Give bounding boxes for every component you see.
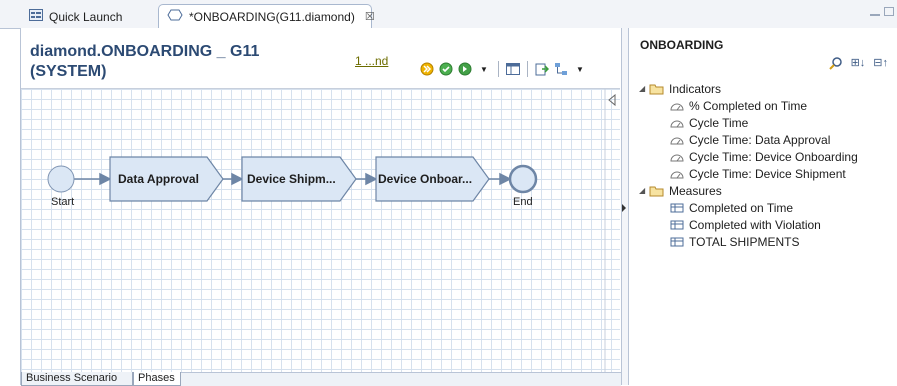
tree-item[interactable]: Cycle Time: Device Shipment — [639, 165, 897, 182]
bottom-tab-bar: Business Scenario Phases — [21, 372, 621, 386]
tab-onboarding-editor[interactable]: *ONBOARDING(G11.diamond) ☒ — [158, 4, 375, 28]
tab-quick-launch-label: Quick Launch — [49, 9, 123, 24]
layout-icon[interactable] — [553, 61, 569, 77]
gauge-icon — [669, 100, 685, 112]
toolbar-separator — [498, 61, 499, 77]
measure-icon — [669, 236, 685, 248]
editor-toolbar: ▼ ▼ — [419, 60, 588, 78]
editor-header: diamond.ONBOARDING _ G11 (SYSTEM) 1 ...n… — [21, 28, 621, 86]
gauge-icon — [669, 168, 685, 180]
toolbar-separator — [527, 61, 528, 77]
collapse-arrow-icon — [608, 93, 616, 107]
tree-group-indicators[interactable]: ◢ Indicators — [639, 80, 897, 97]
expand-arrow-icon[interactable]: ◢ — [639, 186, 649, 195]
arrowhead — [99, 172, 112, 186]
tab-business-scenario[interactable]: Business Scenario — [21, 372, 133, 386]
tree-item-label: Completed on Time — [689, 200, 794, 215]
panel-title: ONBOARDING — [640, 38, 724, 52]
tree-item-label: Cycle Time: Device Shipment — [689, 166, 846, 181]
tree-item[interactable]: Cycle Time: Device Onboarding — [639, 148, 897, 165]
tree-group-measures[interactable]: ◢ Measures — [639, 182, 897, 199]
tree-item[interactable]: % Completed on Time — [639, 97, 897, 114]
export-icon[interactable] — [534, 61, 550, 77]
tree-item[interactable]: TOTAL SHIPMENTS — [639, 233, 897, 250]
start-label: Start — [51, 196, 74, 208]
folder-icon — [649, 185, 665, 197]
tree-item-label: Cycle Time — [689, 115, 749, 130]
gauge-icon — [669, 117, 685, 129]
minimize-icon[interactable] — [870, 7, 880, 16]
next-icon[interactable] — [457, 61, 473, 77]
chevron-down-icon[interactable]: ▼ — [572, 61, 588, 77]
title-line-1: diamond.ONBOARDING _ G11 — [30, 43, 260, 60]
maximize-icon[interactable] — [884, 7, 894, 16]
forward-icon[interactable] — [419, 61, 435, 77]
process-icon — [167, 9, 183, 24]
start-event — [47, 165, 75, 193]
tree-item-label: Completed with Violation — [689, 217, 821, 232]
phase-link[interactable]: 1 ...nd — [355, 54, 388, 68]
gauge-icon — [669, 134, 685, 146]
step-device-onboarding: Device Onboar... — [375, 156, 490, 202]
step-label: Device Onboar... — [378, 172, 472, 186]
arrowhead — [231, 172, 244, 186]
splitter-arrow-icon[interactable] — [622, 204, 626, 212]
close-icon[interactable]: ☒ — [365, 10, 375, 23]
tree-item[interactable]: Completed with Violation — [639, 216, 897, 233]
tab-phases[interactable]: Phases — [133, 372, 181, 386]
folder-icon — [649, 83, 665, 95]
outline-tree: ◢ Indicators % Completed on Time Cycle T… — [639, 80, 897, 250]
outline-panel: ONBOARDING ⊞↓ ⊟↑ ◢ Indicators % Complete… — [628, 28, 897, 385]
tree-item-label: Cycle Time: Device Onboarding — [689, 149, 858, 164]
end-event — [508, 164, 538, 194]
step-label: Data Approval — [118, 172, 199, 186]
tree-item[interactable]: Cycle Time — [639, 114, 897, 131]
gauge-icon — [669, 151, 685, 163]
check-icon[interactable] — [438, 61, 454, 77]
tree-item[interactable]: Completed on Time — [639, 199, 897, 216]
editor-tab-bar: Quick Launch *ONBOARDING(G11.diamond) ☒ — [0, 0, 897, 29]
arrowhead — [365, 172, 378, 186]
expand-arrow-icon[interactable]: ◢ — [639, 84, 649, 93]
search-icon[interactable] — [828, 56, 843, 73]
tree-group-label: Measures — [669, 183, 722, 198]
table-icon[interactable] — [505, 61, 521, 77]
tree-item-label: % Completed on Time — [689, 98, 808, 113]
panel-toolbar: ⊞↓ ⊟↑ — [828, 56, 888, 73]
diagram-canvas[interactable]: Start Data Approval Device Shipm... Devi… — [21, 88, 620, 373]
step-data-approval: Data Approval — [109, 156, 224, 202]
tree-group-label: Indicators — [669, 81, 722, 96]
step-device-shipment: Device Shipm... — [241, 156, 357, 202]
tab-editor-label: *ONBOARDING(G11.diamond) — [189, 9, 355, 24]
tree-item-label: TOTAL SHIPMENTS — [689, 234, 800, 249]
tree-item-label: Cycle Time: Data Approval — [689, 132, 831, 147]
measure-icon — [669, 202, 685, 214]
collapse-all-icon[interactable]: ⊟↑ — [873, 56, 888, 73]
measure-icon — [669, 219, 685, 231]
tab-quick-launch[interactable]: Quick Launch — [20, 4, 152, 28]
process-editor: diamond.ONBOARDING _ G11 (SYSTEM) 1 ...n… — [20, 28, 622, 386]
page-title: diamond.ONBOARDING _ G11 (SYSTEM) — [30, 42, 330, 82]
step-label: Device Shipm... — [247, 172, 336, 186]
tree-item[interactable]: Cycle Time: Data Approval — [639, 131, 897, 148]
chevron-down-icon[interactable]: ▼ — [476, 61, 492, 77]
arrowhead — [499, 172, 512, 186]
end-label: End — [513, 196, 533, 208]
title-line-2: (SYSTEM) — [30, 63, 107, 80]
quick-launch-icon — [29, 9, 43, 24]
expand-all-icon[interactable]: ⊞↓ — [851, 56, 866, 73]
